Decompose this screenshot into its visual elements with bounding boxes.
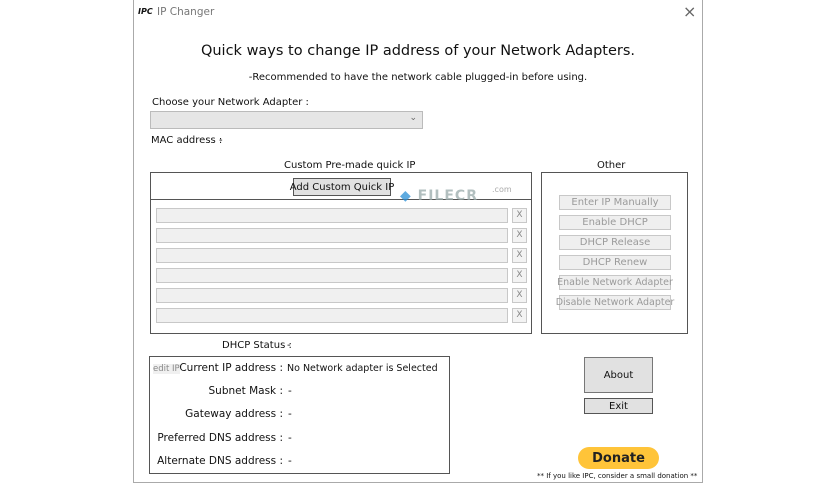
quick-ip-row[interactable] <box>156 248 508 263</box>
preferred-dns-value: - <box>288 432 292 444</box>
preferred-dns-label: Preferred DNS address : <box>157 432 283 444</box>
page-subtitle: -Recommended to have the network cable p… <box>248 72 588 83</box>
alternate-dns-label: Alternate DNS address : <box>157 455 283 467</box>
remove-quick-ip-button[interactable]: X <box>512 248 527 263</box>
remove-quick-ip-button[interactable]: X <box>512 228 527 243</box>
remove-quick-ip-button[interactable]: X <box>512 288 527 303</box>
exit-button[interactable]: Exit <box>584 398 653 414</box>
remove-quick-ip-button[interactable]: X <box>512 268 527 283</box>
alternate-dns-value: - <box>288 455 292 467</box>
current-ip-value: No Network adapter is Selected <box>287 363 438 374</box>
enter-ip-manually-button[interactable]: Enter IP Manually <box>559 195 671 210</box>
mac-label: MAC address : <box>151 135 223 146</box>
quick-ip-row[interactable] <box>156 268 508 283</box>
app-logo: IPC <box>138 7 153 16</box>
add-custom-quick-ip-button[interactable]: Add Custom Quick IP <box>290 178 394 196</box>
adapter-label: Choose your Network Adapter : <box>152 97 309 108</box>
quick-ip-row[interactable] <box>156 288 508 303</box>
gateway-value: - <box>288 408 292 420</box>
adapter-select[interactable]: ⌄ <box>150 111 423 129</box>
window-title: IP Changer <box>157 6 215 18</box>
edit-ip-button[interactable]: edit IP <box>153 364 180 374</box>
remove-quick-ip-button[interactable]: X <box>512 308 527 323</box>
quick-ip-row[interactable] <box>156 208 508 223</box>
watermark-suffix: .com <box>492 185 512 194</box>
subnet-mask-value: - <box>288 385 292 397</box>
dhcp-renew-button[interactable]: DHCP Renew <box>559 255 671 270</box>
dhcp-status-label: DHCP Status : <box>222 340 292 351</box>
disable-network-adapter-button[interactable]: Disable Network Adapter <box>556 295 674 310</box>
dhcp-release-button[interactable]: DHCP Release <box>559 235 671 250</box>
chevron-down-icon: ⌄ <box>409 113 417 123</box>
page-title: Quick ways to change IP address of your … <box>200 43 636 59</box>
mac-value: - <box>219 135 223 146</box>
close-icon[interactable]: × <box>683 2 696 21</box>
donate-note: ** If you like IPC, consider a small don… <box>537 472 698 480</box>
other-title: Other <box>597 160 626 171</box>
quick-ip-row[interactable] <box>156 228 508 243</box>
subnet-mask-label: Subnet Mask : <box>208 385 283 397</box>
donate-button[interactable]: Donate <box>578 447 659 469</box>
watermark: ◆ FILECR <box>400 188 478 204</box>
remove-quick-ip-button[interactable]: X <box>512 208 527 223</box>
enable-network-adapter-button[interactable]: Enable Network Adapter <box>557 275 673 290</box>
quick-ip-row[interactable] <box>156 308 508 323</box>
dhcp-status-value: - <box>287 340 291 351</box>
about-button[interactable]: About <box>584 357 653 393</box>
gateway-label: Gateway address : <box>185 408 283 420</box>
current-ip-label: Current IP address : <box>179 362 283 374</box>
watermark-brand: FILECR <box>417 188 478 204</box>
quick-ip-title: Custom Pre-made quick IP <box>284 160 416 171</box>
enable-dhcp-button[interactable]: Enable DHCP <box>559 215 671 230</box>
